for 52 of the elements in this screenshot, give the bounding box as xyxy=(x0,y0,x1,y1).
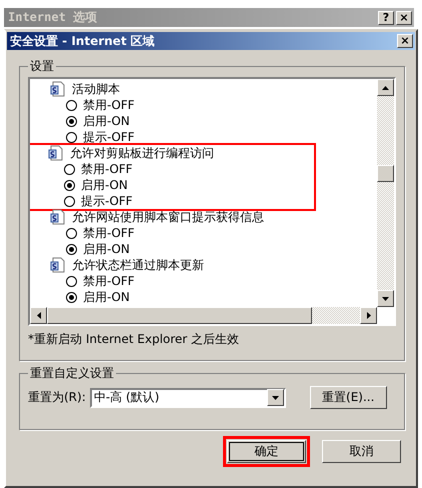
scroll-left-button[interactable] xyxy=(30,307,47,324)
right-arrow-icon xyxy=(366,312,370,319)
scroll-right-button[interactable] xyxy=(360,307,377,324)
radio-button[interactable] xyxy=(66,228,77,238)
script-file-icon xyxy=(50,209,66,225)
setting-title: 允许对剪贴板进行编程访问 xyxy=(70,144,214,162)
radio-button[interactable] xyxy=(66,292,77,302)
radio-button[interactable] xyxy=(66,132,77,142)
script-file-icon xyxy=(50,257,66,273)
up-arrow-icon xyxy=(382,86,389,90)
restart-note: *重新启动 Internet Explorer 之后生效 xyxy=(28,331,240,348)
radio-option[interactable]: 启用-ON xyxy=(50,289,375,305)
setting-title: 允许状态栏通过脚本更新 xyxy=(72,256,204,274)
radio-option[interactable]: 启用-ON xyxy=(50,113,375,129)
setting-title: 活动脚本 xyxy=(72,80,120,98)
radio-option[interactable]: 禁用-OFF xyxy=(48,161,314,177)
scroll-down-button[interactable] xyxy=(377,290,394,307)
radio-option[interactable]: 提示-OFF xyxy=(48,193,314,209)
left-arrow-icon xyxy=(36,312,40,319)
scrollbar-thumb[interactable] xyxy=(377,165,394,182)
radio-button[interactable] xyxy=(66,100,77,110)
reset-label: 重置为(R): xyxy=(28,389,86,406)
radio-button[interactable] xyxy=(66,244,77,254)
radio-button[interactable] xyxy=(66,116,77,126)
radio-option[interactable]: 启用-ON xyxy=(48,177,314,193)
radio-option[interactable]: 禁用-OFF xyxy=(50,225,375,241)
radio-option[interactable]: 禁用-OFF xyxy=(50,273,375,289)
radio-button[interactable] xyxy=(64,164,75,174)
reset-button[interactable]: 重置(E)... xyxy=(310,386,387,409)
close-button[interactable]: × xyxy=(397,34,413,48)
group-label: 重置自定义设置 xyxy=(29,365,115,382)
radio-button[interactable] xyxy=(64,180,75,190)
reset-level-dropdown[interactable]: 中-高 (默认) xyxy=(90,388,286,408)
down-arrow-icon xyxy=(382,296,389,300)
group-label: 设置 xyxy=(29,58,55,75)
help-button[interactable]: ? xyxy=(378,10,394,24)
dialog-title: 安全设置 - Internet 区域 xyxy=(10,32,155,50)
radio-button[interactable] xyxy=(66,276,77,286)
scrollbar-thumb[interactable] xyxy=(47,307,312,324)
radio-option[interactable]: 启用-ON xyxy=(50,241,375,257)
radio-option[interactable]: 提示-OFF xyxy=(50,129,375,145)
script-file-icon xyxy=(48,145,64,161)
window-title: Internet 选项 xyxy=(8,9,98,26)
cancel-button[interactable]: 取消 xyxy=(322,440,401,463)
setting-title: 允许网站使用脚本窗口提示获得信息 xyxy=(72,208,264,226)
radio-button[interactable] xyxy=(64,196,75,206)
dropdown-arrow-icon xyxy=(272,396,279,400)
radio-option[interactable]: 禁用-OFF xyxy=(50,97,375,113)
close-button[interactable]: × xyxy=(396,10,412,24)
ok-button[interactable]: 确定 xyxy=(227,440,306,463)
script-file-icon xyxy=(50,81,66,97)
scroll-up-button[interactable] xyxy=(377,79,394,96)
